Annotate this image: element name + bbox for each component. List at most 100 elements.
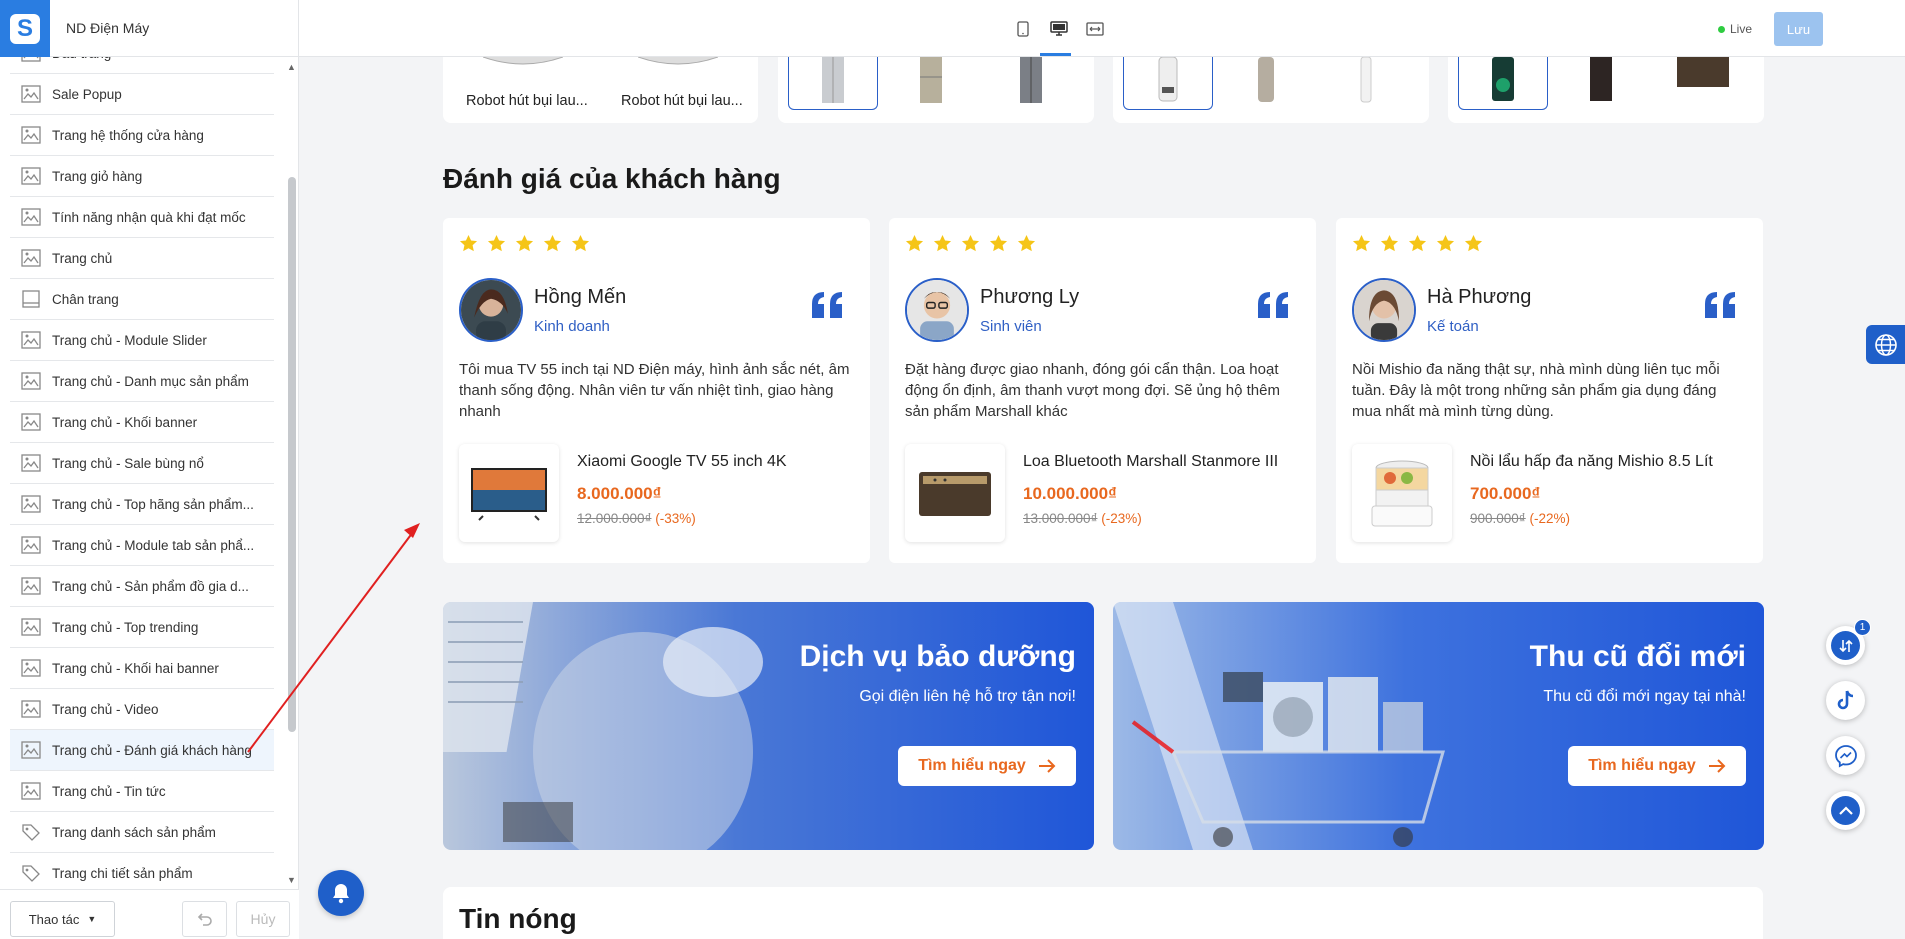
product-price: 700.000₫ [1470, 484, 1541, 503]
live-label: Live [1730, 22, 1753, 36]
news-section-title: Tin nóng [459, 903, 577, 934]
sidebar-item[interactable]: Trang chủ - Đánh giá khách hàng [10, 730, 274, 771]
banner-title: Dịch vụ bảo dưỡng [799, 640, 1076, 673]
sidebar-item[interactable]: Trang chủ - Khối banner [10, 402, 274, 443]
image-icon [21, 454, 41, 472]
product-price: 8.000.000₫ [577, 484, 662, 503]
sidebar-item[interactable]: Trang chủ - Module tab sản phẩ... [10, 525, 274, 566]
sidebar-item[interactable]: Trang chi tiết sản phẩm [10, 853, 274, 889]
quote-icon [1703, 290, 1737, 320]
service-banner[interactable]: Dịch vụ bảo dưỡng Gọi điện liên hệ hỗ tr… [443, 602, 1094, 850]
sidebar-item[interactable]: Trang chủ - Khối hai banner [10, 648, 274, 689]
quote-icon [1256, 290, 1290, 320]
active-device-indicator [1040, 53, 1071, 56]
sidebar-item[interactable]: Sale Popup [10, 74, 274, 115]
scroll-down-icon[interactable]: ▼ [287, 875, 296, 885]
product-caption[interactable]: Robot hút bụi lau... [621, 93, 743, 109]
compare-count-badge: 1 [1854, 619, 1871, 636]
cancel-button[interactable]: Hủy [236, 901, 290, 937]
product-image[interactable] [1352, 444, 1452, 542]
discount-percent: (-23%) [1101, 511, 1142, 526]
sidebar-item[interactable]: Đầu trang [10, 57, 274, 74]
purifier-thumb[interactable] [1351, 57, 1381, 104]
fridge-thumb[interactable] [1016, 57, 1046, 104]
sidebar-item-label: Trang chủ - Module tab sản phẩ... [52, 537, 255, 553]
sidebar-item-label: Trang chủ - Sản phẩm đồ gia d... [52, 578, 249, 594]
tradein-banner[interactable]: Thu cũ đổi mới Thu cũ đổi mới ngay tại n… [1113, 602, 1764, 850]
reviewer-name: Hồng Mến [534, 286, 627, 308]
old-price: 13.000.000₫ [1023, 511, 1098, 526]
sidebar-item[interactable]: Trang chủ - Sản phẩm đồ gia d... [10, 566, 274, 607]
speaker-thumb[interactable] [1673, 57, 1733, 104]
reviews-section-title: Đánh giá của khách hàng [443, 163, 781, 194]
scrollbar-thumb[interactable] [288, 177, 296, 732]
review-text: Đặt hàng được giao nhanh, đóng gói cẩn t… [905, 361, 1280, 420]
sidebar-item[interactable]: Trang chủ [10, 238, 274, 279]
product-name[interactable]: Loa Bluetooth Marshall Stanmore III [1023, 453, 1278, 471]
fridge-thumb[interactable] [818, 57, 848, 104]
actions-label: Thao tác [28, 911, 80, 927]
live-status: Live [1718, 22, 1752, 36]
sidebar-item[interactable]: Trang hệ thống cửa hàng [10, 115, 274, 156]
sidebar-item[interactable]: Trang chủ - Video [10, 689, 274, 730]
product-old-price: 900.000₫ (-22%) [1470, 511, 1570, 526]
purifier-thumb[interactable] [1153, 57, 1183, 104]
sidebar-item-label: Trang chủ - Tin tức [52, 783, 166, 799]
image-icon [21, 577, 41, 595]
product-image[interactable] [459, 444, 559, 542]
review-card: Phương Ly Sinh viên Đặt hàng được giao nha… [889, 218, 1316, 563]
image-icon [21, 85, 41, 103]
desktop-view-icon[interactable] [1048, 18, 1070, 40]
tiktok-fab[interactable] [1826, 681, 1865, 720]
image-icon [21, 126, 41, 144]
actions-dropdown[interactable]: Thao tác ▼ [10, 901, 115, 937]
purifier-thumb[interactable] [1251, 57, 1281, 104]
product-image[interactable] [905, 444, 1005, 542]
review-text: Nồi Mishio đa năng thật sự, nhà mình dùn… [1352, 361, 1720, 420]
product-price: 10.000.000₫ [1023, 484, 1117, 503]
undo-button[interactable] [182, 901, 227, 937]
sidebar-item-label: Trang chủ - Sale bùng nổ [52, 455, 204, 471]
sidebar-item[interactable]: Trang chủ - Tin tức [10, 771, 274, 812]
sidebar-item[interactable]: Tính năng nhận quà khi đạt mốc [10, 197, 274, 238]
scroll-up-icon[interactable]: ▲ [287, 62, 296, 72]
sidebar-item-label: Trang chủ - Video [52, 701, 159, 717]
save-button[interactable]: Lưu [1774, 12, 1823, 46]
banner-subtitle: Thu cũ đổi mới ngay tại nhà! [1543, 688, 1746, 705]
sidebar-item[interactable]: Trang chủ - Sale bùng nổ [10, 443, 274, 484]
sidebar-item-label: Trang chủ - Module Slider [52, 332, 207, 348]
product-name[interactable]: Xiaomi Google TV 55 inch 4K [577, 453, 787, 471]
sidebar-item[interactable]: Chân trang [10, 279, 274, 320]
learn-more-button[interactable]: Tìm hiểu ngay [1568, 746, 1746, 786]
speaker-thumb[interactable] [1488, 57, 1518, 104]
language-button[interactable] [1866, 325, 1905, 364]
sidebar-item[interactable]: Trang danh sách sản phẩm [10, 812, 274, 853]
speaker-thumb[interactable] [1586, 57, 1616, 104]
reviewer-job: Kinh doanh [534, 318, 610, 335]
old-price: 12.000.000₫ [577, 511, 652, 526]
sidebar-item[interactable]: Trang chủ - Module Slider [10, 320, 274, 361]
image-icon [21, 208, 41, 226]
sidebar-item[interactable]: Trang giỏ hàng [10, 156, 274, 197]
messenger-fab[interactable] [1826, 736, 1865, 775]
image-icon [21, 495, 41, 513]
sidebar-item[interactable]: Trang chủ - Danh mục sản phẩm [10, 361, 274, 402]
discount-percent: (-22%) [1529, 511, 1571, 526]
notification-bell-button[interactable] [318, 870, 364, 916]
mobile-view-icon[interactable] [1012, 18, 1034, 40]
app-logo[interactable]: S [0, 0, 50, 57]
sidebar-footer: Thao tác ▼ Hủy [0, 889, 299, 939]
fullwidth-view-icon[interactable] [1084, 18, 1106, 40]
fridge-thumb[interactable] [916, 57, 946, 104]
learn-more-button[interactable]: Tìm hiểu ngay [898, 746, 1076, 786]
tag-icon [21, 823, 41, 841]
sidebar-item[interactable]: Trang chủ - Top hãng sản phẩm... [10, 484, 274, 525]
section-list[interactable]: Đầu trang Sale Popup Trang hệ thống cửa hà… [10, 57, 274, 889]
sidebar-item[interactable]: Trang chủ - Top trending [10, 607, 274, 648]
image-icon [21, 167, 41, 185]
bell-icon [333, 884, 349, 904]
scroll-top-fab[interactable] [1826, 791, 1865, 830]
product-caption[interactable]: Robot hút bụi lau... [466, 93, 588, 109]
product-name[interactable]: Nồi lẩu hấp đa năng Mishio 8.5 Lít [1470, 453, 1713, 471]
review-card: Hà Phương Kế toán Nồi Mishio đa năng thật … [1336, 218, 1763, 563]
